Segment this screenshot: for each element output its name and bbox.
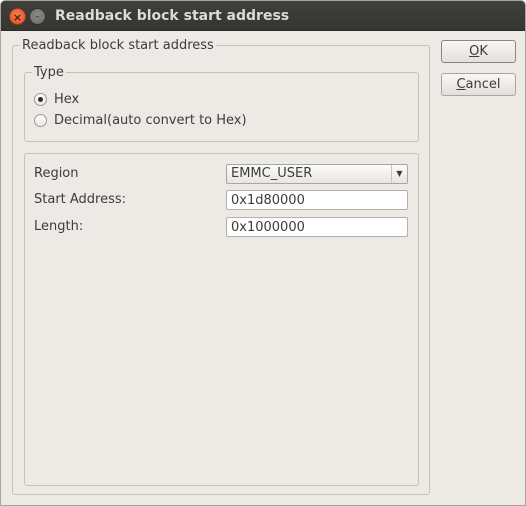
cancel-button[interactable]: Cancel	[441, 73, 516, 96]
type-groupbox: Type Hex Decimal(auto convert to Hex)	[24, 65, 419, 142]
dialog-window: × – Readback block start address Readbac…	[0, 0, 526, 506]
minimize-icon[interactable]: –	[29, 8, 46, 25]
cancel-label-rest: ancel	[465, 77, 501, 92]
dialog-content: Readback block start address Type Hex De…	[1, 31, 525, 505]
ok-label-rest: K	[479, 44, 488, 59]
chevron-down-icon[interactable]: ▼	[391, 165, 407, 183]
length-label: Length:	[34, 219, 84, 234]
radio-decimal-label: Decimal(auto convert to Hex)	[54, 113, 247, 128]
ok-mnemonic: O	[469, 44, 480, 59]
region-dropdown[interactable]: EMMC_USER ▼	[226, 164, 408, 184]
close-icon[interactable]: ×	[9, 8, 26, 25]
region-label: Region	[34, 166, 79, 181]
close-glyph: ×	[12, 11, 23, 24]
ok-button[interactable]: OK	[441, 40, 516, 63]
region-dropdown-value: EMMC_USER	[231, 166, 313, 181]
start-address-input[interactable]	[226, 190, 408, 210]
start-address-label: Start Address:	[34, 192, 127, 207]
cancel-mnemonic: C	[456, 77, 466, 92]
length-input[interactable]	[226, 217, 408, 237]
radio-hex[interactable]: Hex	[34, 92, 79, 107]
readback-groupbox: Readback block start address Type Hex De…	[12, 38, 430, 495]
window-title: Readback block start address	[55, 8, 290, 24]
title-bar[interactable]: × – Readback block start address	[1, 1, 525, 31]
minimize-glyph: –	[35, 12, 40, 22]
radio-decimal[interactable]: Decimal(auto convert to Hex)	[34, 113, 247, 128]
radio-checked-icon[interactable]	[34, 93, 47, 106]
readback-groupbox-title: Readback block start address	[20, 38, 216, 53]
radio-unchecked-icon[interactable]	[34, 114, 47, 127]
address-fields-panel: Region EMMC_USER ▼ Start Address: Length…	[24, 153, 419, 486]
radio-hex-label: Hex	[54, 92, 80, 107]
type-groupbox-title: Type	[32, 65, 66, 80]
